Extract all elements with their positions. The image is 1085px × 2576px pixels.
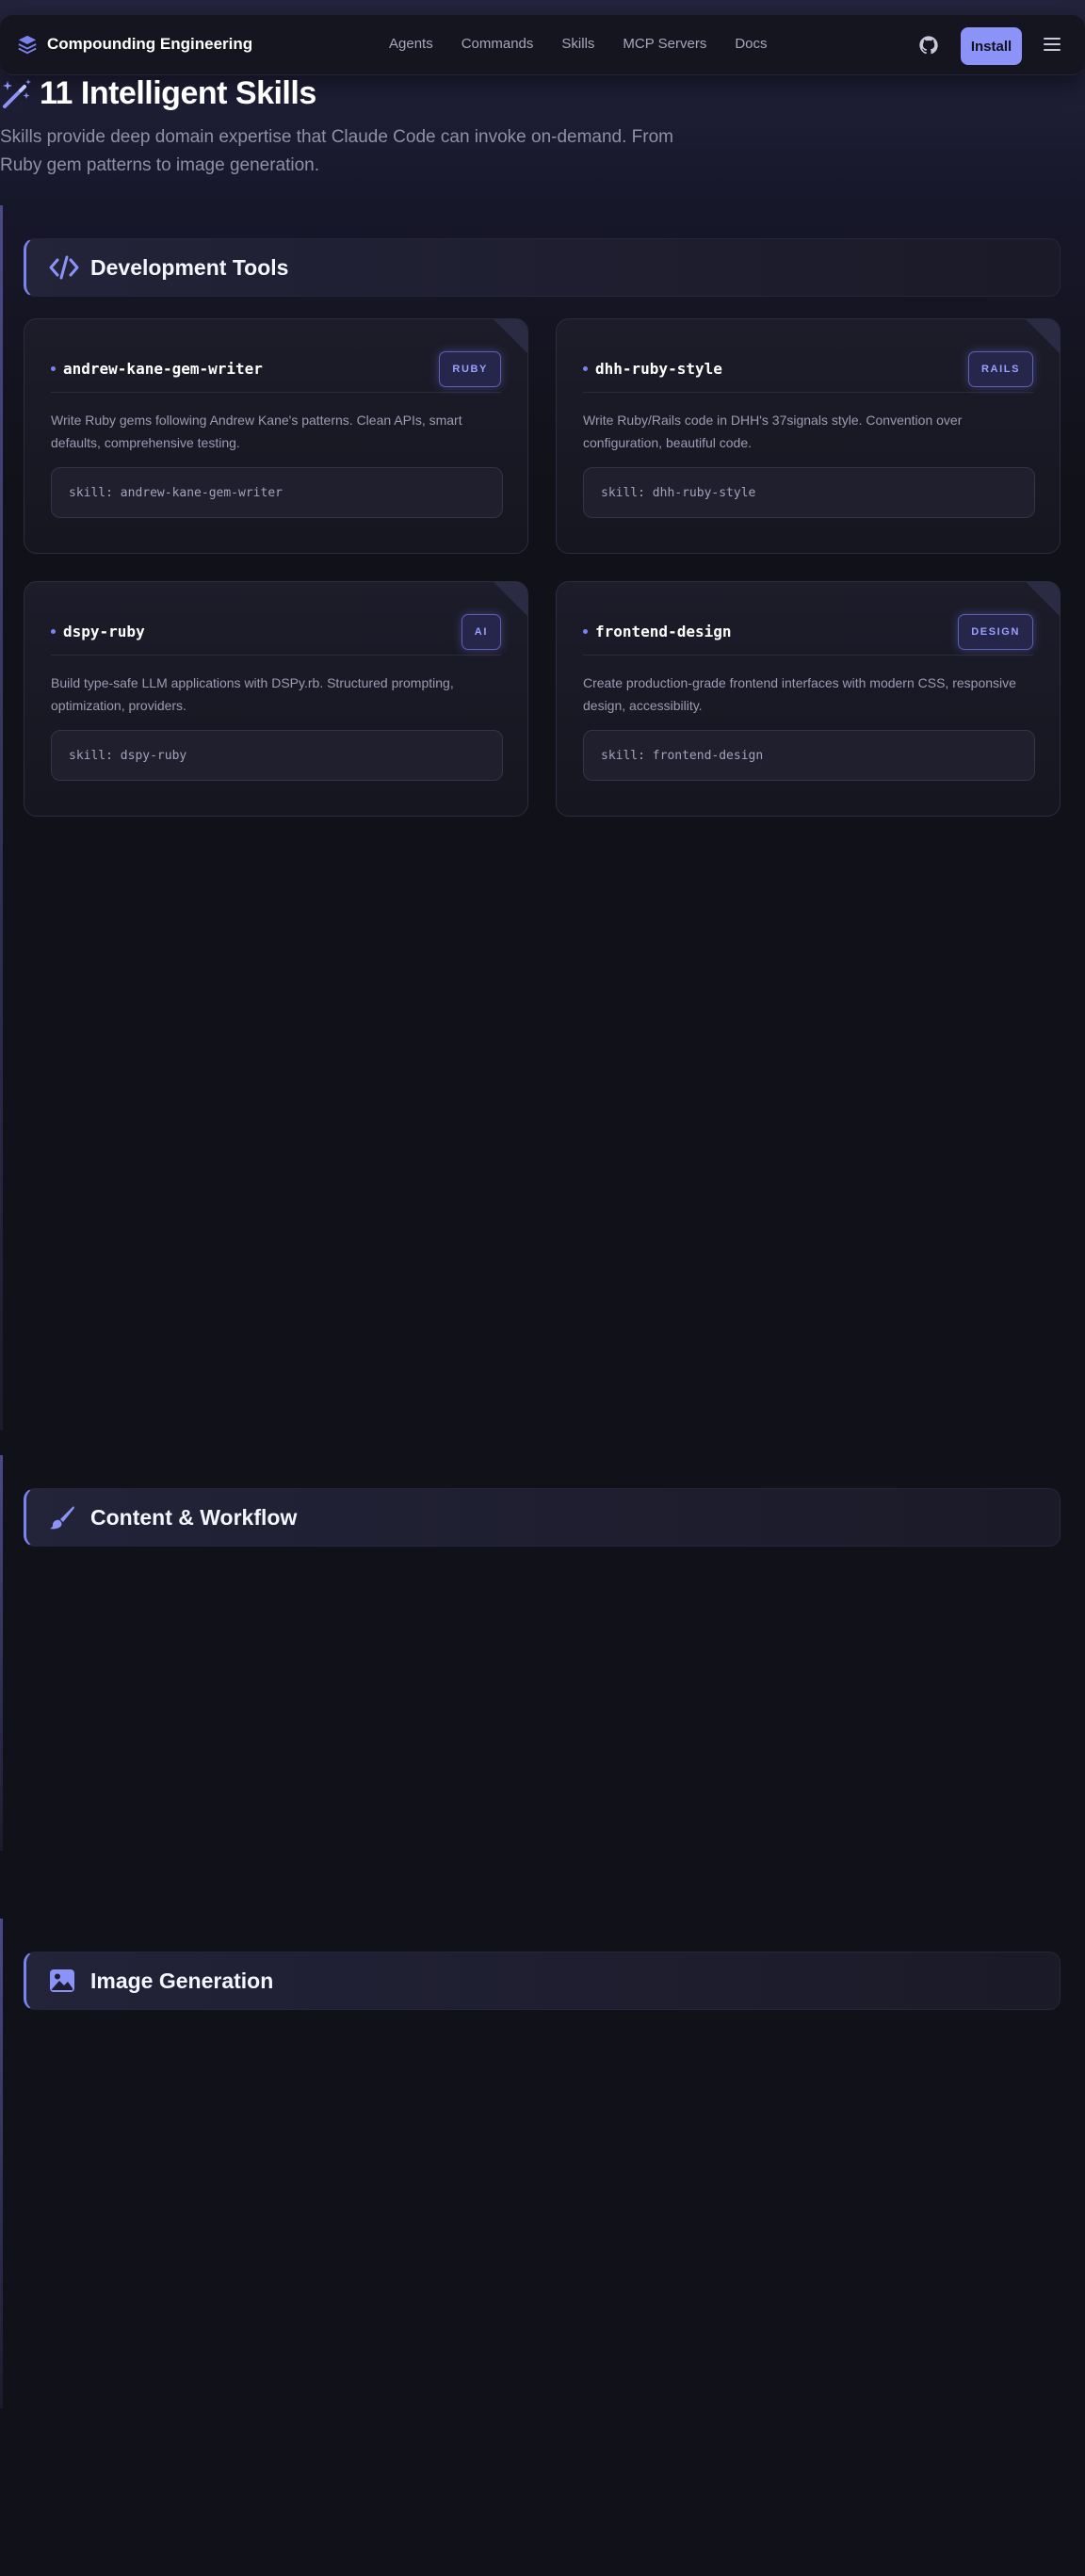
section-rail [0, 1455, 3, 1851]
brand-link[interactable]: Compounding Engineering [17, 34, 252, 55]
skill-command-snippet[interactable]: skill: frontend-design [583, 730, 1035, 781]
nav-links: Agents Commands Skills MCP Servers Docs [389, 36, 796, 52]
image-icon [49, 1966, 79, 1996]
hamburger-menu-icon[interactable] [1044, 34, 1061, 53]
section-rail [0, 1919, 3, 2408]
skill-badge: DESIGN [958, 613, 1033, 650]
top-navbar: Compounding Engineering Agents Commands … [0, 15, 1085, 75]
skill-badge: AI [461, 613, 501, 650]
skill-card-dspy-ruby: dspy-ruby AI Build type-safe LLM applica… [24, 581, 528, 817]
bullet-dot [583, 366, 588, 371]
code-icon [49, 252, 79, 283]
bullet-dot [51, 366, 56, 371]
bullet-dot [583, 629, 588, 634]
nav-link-commands[interactable]: Commands [462, 36, 534, 52]
skill-name: frontend-design [595, 623, 732, 640]
magic-wand-icon [3, 78, 31, 108]
card-header: dspy-ruby AI [51, 608, 501, 656]
section-title: Content & Workflow [90, 1504, 298, 1530]
brand-name: Compounding Engineering [47, 35, 253, 53]
skill-badge: RUBY [439, 350, 501, 387]
page-title: 11 Intelligent Skills [40, 75, 316, 111]
skill-description: Write Ruby/Rails code in DHH's 37signals… [583, 413, 963, 450]
section-header-development-tools: Development Tools [24, 238, 1061, 297]
skill-badge: RAILS [968, 350, 1033, 387]
page-title-row: 11 Intelligent Skills [0, 75, 316, 112]
card-header: frontend-design DESIGN [583, 608, 1033, 656]
skill-card-frontend-design: frontend-design DESIGN Create production… [556, 581, 1061, 817]
skill-description: Build type-safe LLM applications with DS… [51, 675, 454, 713]
nav-link-docs[interactable]: Docs [735, 36, 767, 52]
nav-link-mcp-servers[interactable]: MCP Servers [623, 36, 706, 52]
skill-description: Write Ruby gems following Andrew Kane's … [51, 413, 462, 450]
page-subtitle: Skills provide deep domain expertise tha… [0, 127, 674, 175]
section-title: Image Generation [90, 1968, 274, 1993]
card-header: andrew-kane-gem-writer RUBY [51, 346, 501, 393]
skill-command-snippet[interactable]: skill: andrew-kane-gem-writer [51, 467, 503, 518]
layers-icon [18, 35, 37, 55]
skill-name: dspy-ruby [63, 623, 145, 640]
skill-name: andrew-kane-gem-writer [63, 360, 263, 378]
github-icon[interactable] [918, 35, 939, 56]
nav-link-agents[interactable]: Agents [389, 36, 433, 52]
skill-name: dhh-ruby-style [595, 360, 722, 378]
paintbrush-icon [49, 1502, 79, 1532]
install-button[interactable]: Install [961, 27, 1022, 65]
skill-card-andrew-kane-gem-writer: andrew-kane-gem-writer RUBY Write Ruby g… [24, 318, 528, 554]
section-title: Development Tools [90, 254, 289, 280]
card-header: dhh-ruby-style RAILS [583, 346, 1033, 393]
skill-command-snippet[interactable]: skill: dspy-ruby [51, 730, 503, 781]
skill-description: Create production-grade frontend interfa… [583, 675, 1016, 713]
section-header-content-workflow: Content & Workflow [24, 1488, 1061, 1547]
section-header-image-generation: Image Generation [24, 1952, 1061, 2010]
section-rail [0, 205, 3, 1430]
skill-card-dhh-ruby-style: dhh-ruby-style RAILS Write Ruby/Rails co… [556, 318, 1061, 554]
nav-link-skills[interactable]: Skills [561, 36, 594, 52]
bullet-dot [51, 629, 56, 634]
skill-command-snippet[interactable]: skill: dhh-ruby-style [583, 467, 1035, 518]
